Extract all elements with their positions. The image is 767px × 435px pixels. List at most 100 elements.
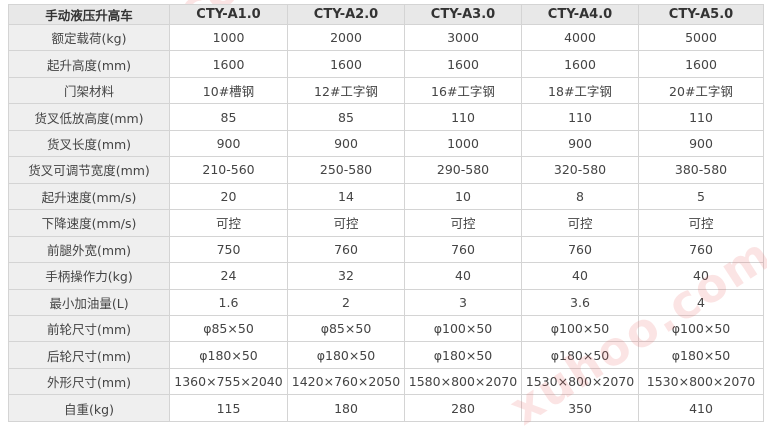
table-cell: 85 <box>169 103 288 131</box>
row-label: 下降速度(mm/s) <box>8 209 170 237</box>
table-row: 起升高度(mm) 1600 1600 1600 1600 1600 <box>8 50 764 78</box>
table-row: 货叉低放高度(mm) 85 85 110 110 110 <box>8 103 764 131</box>
table-cell: 1.6 <box>169 288 288 316</box>
table-cell: 1600 <box>287 50 405 78</box>
table-cell: 14 <box>287 182 405 211</box>
row-label: 手柄操作力(kg) <box>8 262 170 290</box>
row-label: 自重(kg) <box>8 394 170 422</box>
table-row: 最小加油量(L) 1.6 2 3 3.6 4 <box>8 288 764 316</box>
table-cell: 可控 <box>404 209 522 237</box>
table-cell: 900 <box>521 129 639 158</box>
row-label: 最小加油量(L) <box>8 288 170 316</box>
table-cell: 280 <box>404 394 522 422</box>
header-cell-product: 手动液压升高车 <box>8 4 170 25</box>
row-label: 前腿外宽(mm) <box>8 235 170 264</box>
table-row: 下降速度(mm/s) 可控 可控 可控 可控 可控 <box>8 209 764 237</box>
table-cell: φ180×50 <box>638 341 764 369</box>
table-cell: 410 <box>638 394 764 422</box>
table-cell: 350 <box>521 394 639 422</box>
header-cell-model: CTY-A3.0 <box>404 4 522 25</box>
table-cell: 可控 <box>287 209 405 237</box>
table-cell: φ180×50 <box>169 341 288 369</box>
table-cell: 1580×800×2070 <box>404 367 522 396</box>
table-cell: 110 <box>404 103 522 131</box>
spec-table-body: 额定载荷(kg) 1000 2000 3000 4000 5000 起升高度(mm) 1600… <box>8 23 764 422</box>
table-cell: 可控 <box>169 209 288 237</box>
table-cell: 180 <box>287 394 405 422</box>
table-row: 外形尺寸(mm) 1360×755×2040 1420×760×2050 1580×8… <box>8 367 764 396</box>
table-cell: 32 <box>287 262 405 290</box>
header-row: 手动液压升高车 CTY-A1.0 CTY-A2.0 CTY-A3.0 CTY-A… <box>8 4 764 25</box>
table-cell: 40 <box>638 262 764 290</box>
table-row: 前轮尺寸(mm) φ85×50 φ85×50 φ100×50 φ100×50 φ100×5… <box>8 314 764 343</box>
row-label: 后轮尺寸(mm) <box>8 341 170 369</box>
table-cell: 1600 <box>169 50 288 78</box>
row-label: 前轮尺寸(mm) <box>8 314 170 343</box>
table-cell: φ85×50 <box>287 314 405 343</box>
table-cell: 900 <box>638 129 764 158</box>
header-cell-model: CTY-A4.0 <box>521 4 639 25</box>
table-cell: 210-560 <box>169 156 288 184</box>
table-cell: 760 <box>638 235 764 264</box>
header-cell-model: CTY-A2.0 <box>287 4 405 25</box>
table-cell: 5 <box>638 182 764 211</box>
table-cell: 可控 <box>521 209 639 237</box>
row-label: 货叉可调节宽度(mm) <box>8 156 170 184</box>
table-cell: 750 <box>169 235 288 264</box>
table-cell: 760 <box>287 235 405 264</box>
row-label: 外形尺寸(mm) <box>8 367 170 396</box>
row-label: 额定载荷(kg) <box>8 23 170 52</box>
row-label: 货叉长度(mm) <box>8 129 170 158</box>
table-cell: 2000 <box>287 23 405 52</box>
table-cell: 1600 <box>521 50 639 78</box>
table-cell: 320-580 <box>521 156 639 184</box>
header-cell-model: CTY-A5.0 <box>638 4 764 25</box>
row-label: 门架材料 <box>8 76 170 105</box>
row-label: 起升速度(mm/s) <box>8 182 170 211</box>
table-row: 起升速度(mm/s) 20 14 10 8 5 <box>8 182 764 211</box>
table-cell: 1360×755×2040 <box>169 367 288 396</box>
row-label: 起升高度(mm) <box>8 50 170 78</box>
table-row: 货叉长度(mm) 900 900 1000 900 900 <box>8 129 764 158</box>
table-cell: 4000 <box>521 23 639 52</box>
table-cell: φ100×50 <box>521 314 639 343</box>
header-cell-model: CTY-A1.0 <box>169 4 288 25</box>
table-cell: 1000 <box>404 129 522 158</box>
table-cell: 290-580 <box>404 156 522 184</box>
table-cell: φ100×50 <box>638 314 764 343</box>
table-cell: φ180×50 <box>521 341 639 369</box>
table-cell: 3000 <box>404 23 522 52</box>
table-cell: 20#工字钢 <box>638 76 764 105</box>
table-row: 手柄操作力(kg) 24 32 40 40 40 <box>8 262 764 290</box>
table-cell: 250-580 <box>287 156 405 184</box>
table-cell: φ85×50 <box>169 314 288 343</box>
table-cell: 40 <box>404 262 522 290</box>
table-cell: 10#槽钢 <box>169 76 288 105</box>
table-cell: 2 <box>287 288 405 316</box>
table-cell: 85 <box>287 103 405 131</box>
table-cell: 5000 <box>638 23 764 52</box>
table-cell: 1000 <box>169 23 288 52</box>
table-cell: 110 <box>638 103 764 131</box>
table-cell: 12#工字钢 <box>287 76 405 105</box>
table-cell: 1420×760×2050 <box>287 367 405 396</box>
table-cell: 1530×800×2070 <box>521 367 639 396</box>
table-row: 门架材料 10#槽钢 12#工字钢 16#工字钢 18#工字钢 20#工字钢 <box>8 76 764 105</box>
table-cell: 3 <box>404 288 522 316</box>
table-cell: 4 <box>638 288 764 316</box>
table-cell: 20 <box>169 182 288 211</box>
table-row: 前腿外宽(mm) 750 760 760 760 760 <box>8 235 764 264</box>
table-cell: 900 <box>287 129 405 158</box>
table-cell: 1600 <box>638 50 764 78</box>
table-cell: 380-580 <box>638 156 764 184</box>
table-cell: 16#工字钢 <box>404 76 522 105</box>
table-cell: 10 <box>404 182 522 211</box>
table-cell: 可控 <box>638 209 764 237</box>
spec-table: 手动液压升高车 CTY-A1.0 CTY-A2.0 CTY-A3.0 CTY-A… <box>8 4 764 422</box>
table-cell: 8 <box>521 182 639 211</box>
table-cell: φ180×50 <box>404 341 522 369</box>
table-cell: φ180×50 <box>287 341 405 369</box>
row-label: 货叉低放高度(mm) <box>8 103 170 131</box>
table-cell: 1530×800×2070 <box>638 367 764 396</box>
table-cell: φ100×50 <box>404 314 522 343</box>
